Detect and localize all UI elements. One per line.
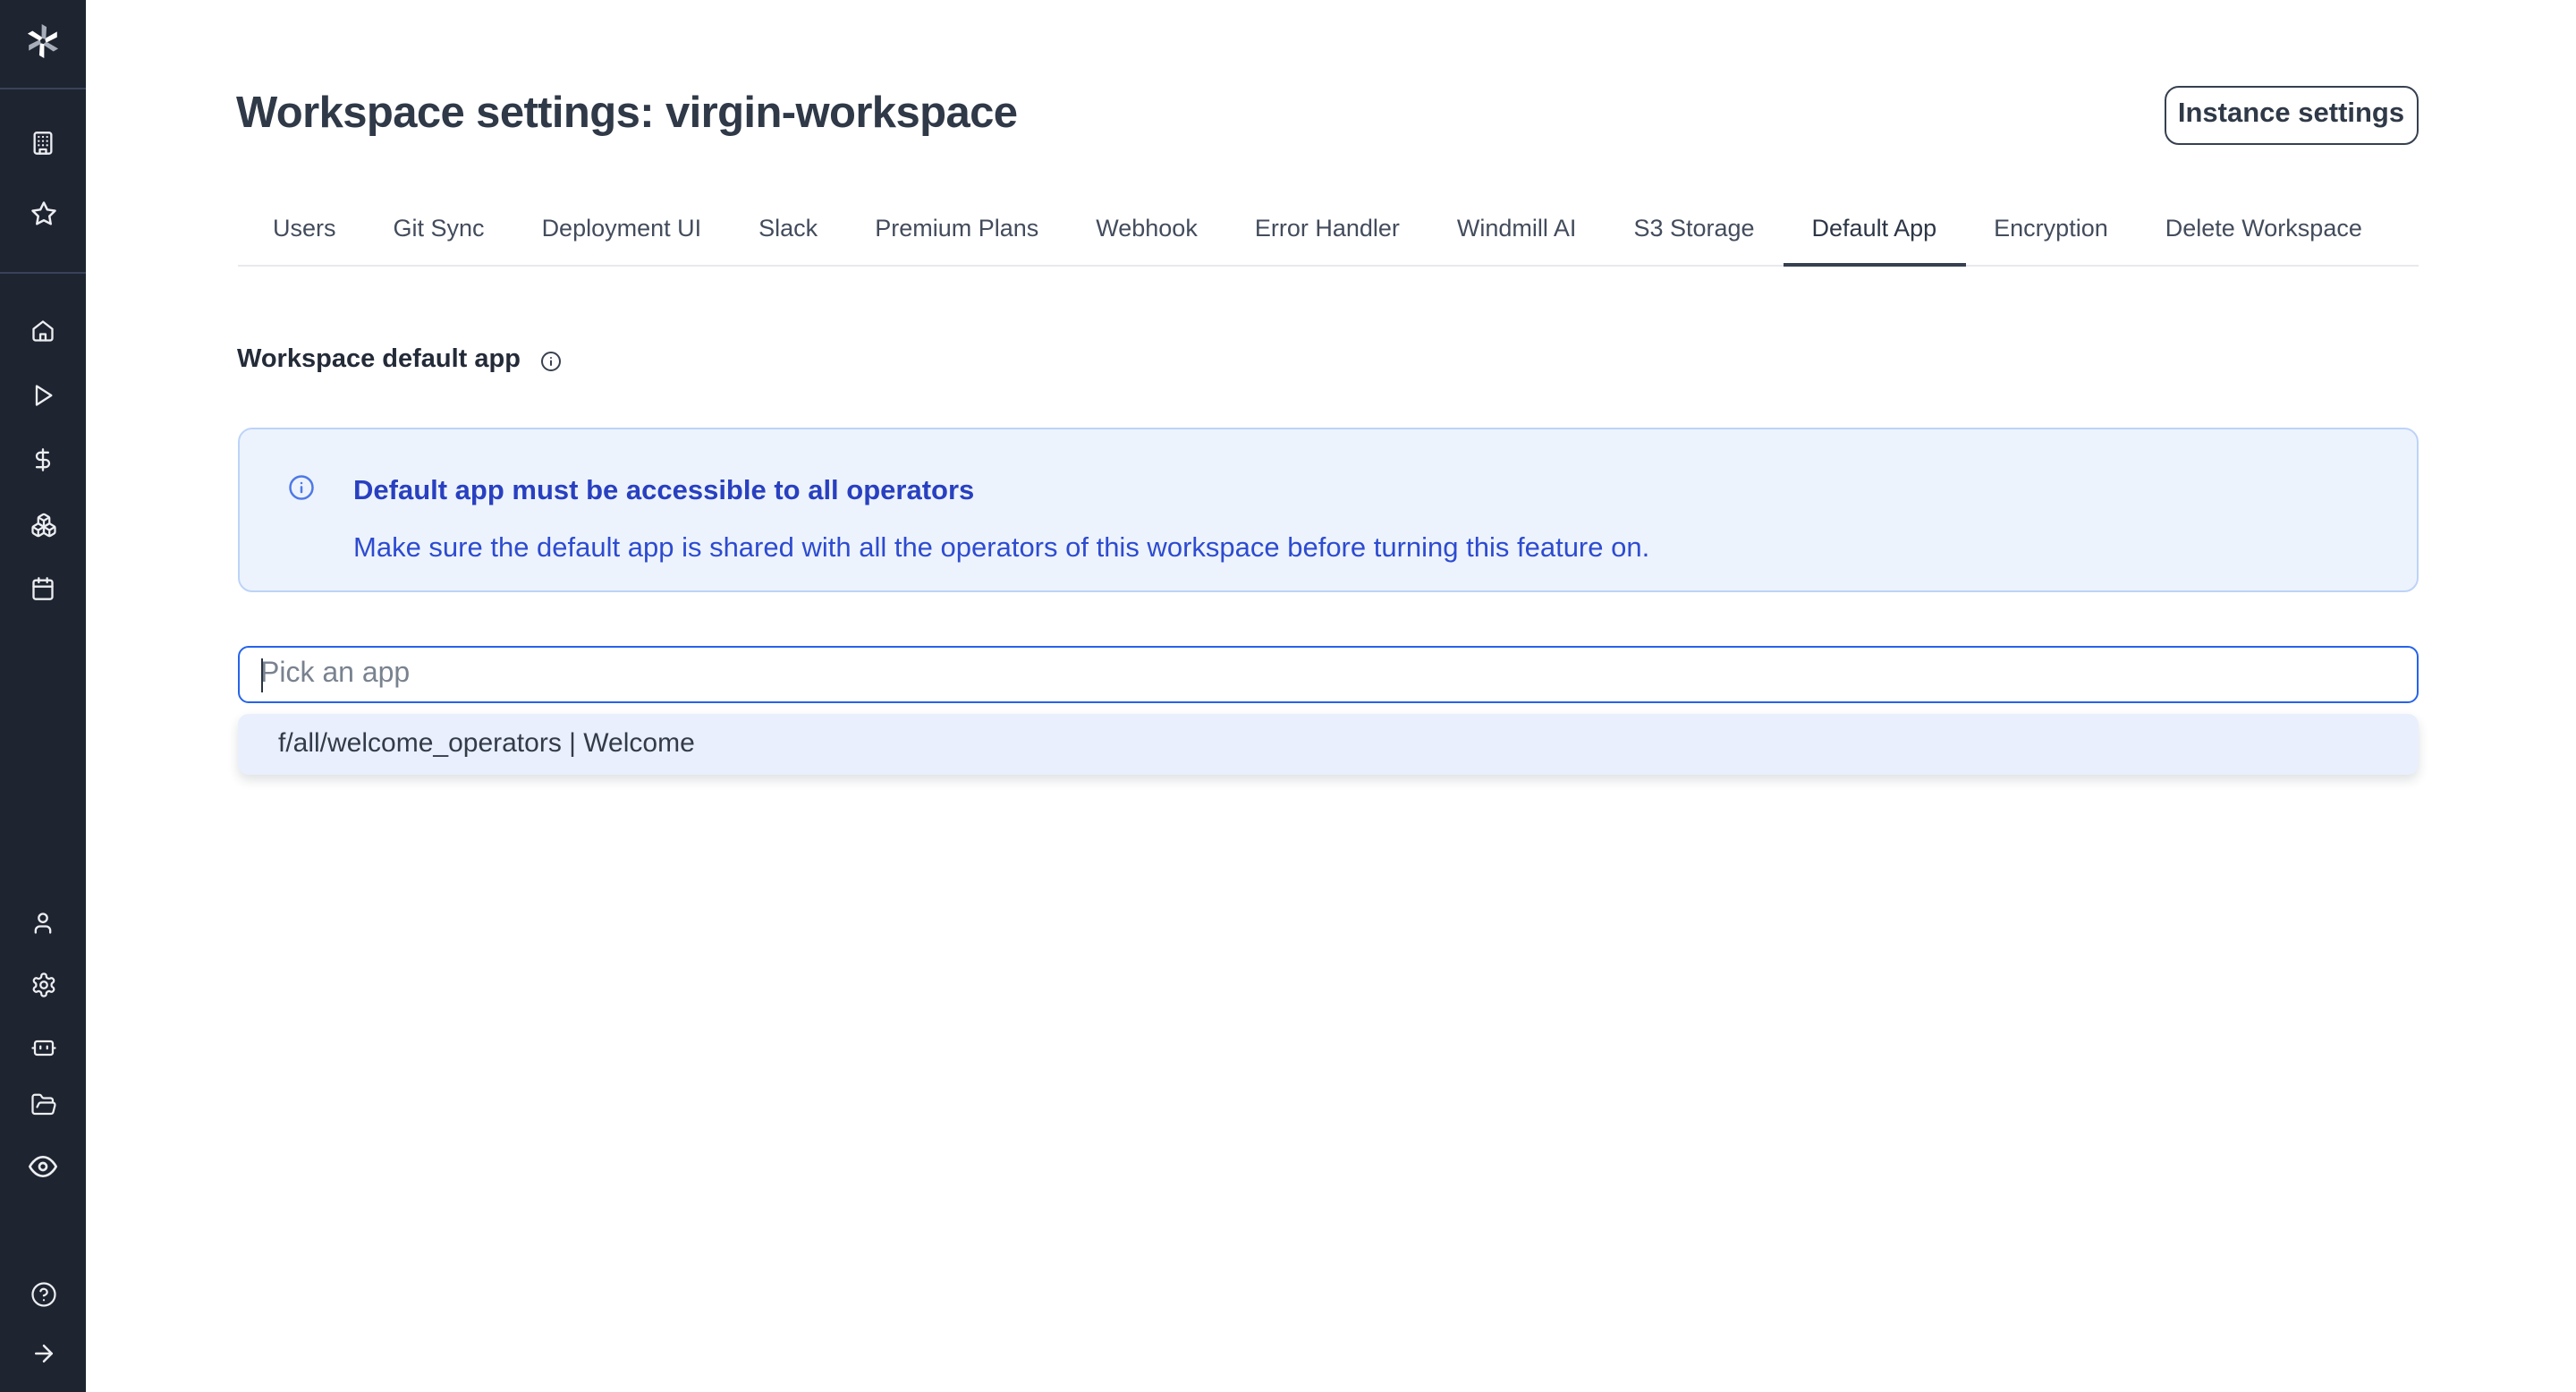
sidebar xyxy=(0,0,86,1392)
dollar-icon[interactable] xyxy=(0,433,86,487)
tab-premium-plans[interactable]: Premium Plans xyxy=(846,213,1067,267)
tab-users[interactable]: Users xyxy=(244,213,365,267)
default-app-alert: Default app must be accessible to all op… xyxy=(237,427,2418,591)
windmill-logo[interactable] xyxy=(0,14,86,68)
eye-icon[interactable] xyxy=(0,1140,86,1193)
tab-slack[interactable]: Slack xyxy=(730,213,846,267)
pick-an-app-input[interactable] xyxy=(237,646,2418,702)
home-icon[interactable] xyxy=(0,303,86,357)
tab-webhook[interactable]: Webhook xyxy=(1067,213,1226,267)
tab-error-handler[interactable]: Error Handler xyxy=(1226,213,1428,267)
windmill-app: Workspace settings: virgin-workspace Ins… xyxy=(0,0,2576,1392)
text-cursor xyxy=(260,658,263,692)
tab-delete-workspace[interactable]: Delete Workspace xyxy=(2137,213,2391,267)
tab-deployment-ui[interactable]: Deployment UI xyxy=(513,213,731,267)
gear-icon[interactable] xyxy=(0,957,86,1011)
section-heading: Workspace default app xyxy=(237,345,521,374)
star-icon[interactable] xyxy=(0,187,86,241)
robot-icon[interactable] xyxy=(0,1018,86,1072)
info-icon xyxy=(287,473,314,509)
app-picker-dropdown: f/all/welcome_operators | Welcome xyxy=(237,713,2418,774)
instance-settings-button[interactable]: Instance settings xyxy=(2165,85,2418,144)
sidebar-divider xyxy=(0,272,86,274)
windmill-logo-icon xyxy=(23,21,63,61)
user-icon[interactable] xyxy=(0,895,86,949)
arrow-right-icon[interactable] xyxy=(0,1327,86,1380)
tab-s3-storage[interactable]: S3 Storage xyxy=(1605,213,1783,267)
page-title: Workspace settings: virgin-workspace xyxy=(236,89,1017,138)
sidebar-divider xyxy=(0,87,86,89)
folder-open-icon[interactable] xyxy=(0,1078,86,1132)
dropdown-item-welcome-app[interactable]: f/all/welcome_operators | Welcome xyxy=(237,713,2418,774)
alert-body: Make sure the default app is shared with… xyxy=(353,531,1649,565)
alert-title: Default app must be accessible to all op… xyxy=(353,473,974,507)
tab-git-sync[interactable]: Git Sync xyxy=(365,213,513,267)
settings-tabbar: Users Git Sync Deployment UI Slack Premi… xyxy=(237,213,2418,266)
cubes-icon[interactable] xyxy=(0,497,86,551)
app-picker xyxy=(237,646,2418,702)
info-icon[interactable] xyxy=(540,348,562,369)
tab-encryption[interactable]: Encryption xyxy=(1965,213,2137,267)
calendar-icon[interactable] xyxy=(0,562,86,615)
play-icon[interactable] xyxy=(0,369,86,422)
building-icon[interactable] xyxy=(0,116,86,170)
tab-windmill-ai[interactable]: Windmill AI xyxy=(1428,213,1606,267)
tab-default-app[interactable]: Default App xyxy=(1784,213,1966,267)
help-icon[interactable] xyxy=(0,1267,86,1320)
